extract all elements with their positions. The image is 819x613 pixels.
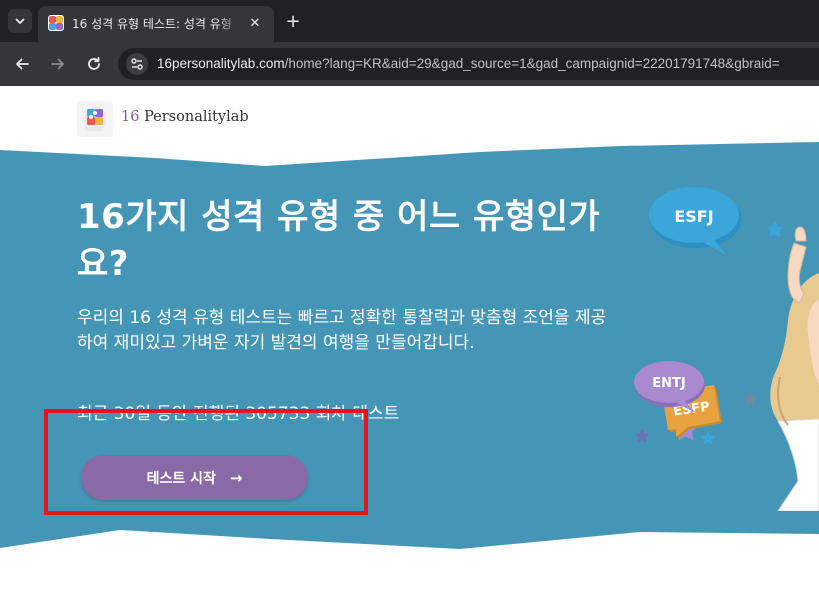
browser-tab-bar: 16 성격 유형 테스트: 성격 유형 ✕ +	[0, 0, 819, 42]
tune-icon[interactable]	[126, 53, 148, 75]
hero-title: 16가지 성격 유형 중 어느 유형인가요?	[77, 197, 601, 284]
brand-name[interactable]: 16 Personalitylab	[121, 109, 249, 125]
address-bar[interactable]: 16personalitylab.com/home?lang=KR&aid=29…	[118, 48, 819, 80]
brand-logo[interactable]	[77, 101, 113, 137]
arrow-right-icon[interactable]	[46, 52, 70, 76]
entj-label: ENTJ	[652, 376, 685, 391]
esfj-label: ESFJ	[674, 207, 713, 226]
browser-tab[interactable]: 16 성격 유형 테스트: 성격 유형 ✕	[38, 6, 274, 42]
puzzle-head-icon	[48, 15, 64, 31]
esfj-bubble: ESFJ	[649, 187, 742, 255]
close-icon[interactable]: ✕	[246, 14, 264, 32]
url-path: /home?lang=KR&aid=29&gad_source=1&gad_ca…	[284, 56, 780, 71]
page: 16 Personalitylab 16가지 성격 유형 중 어느 유형인가요?…	[0, 86, 819, 613]
arrow-left-icon[interactable]	[10, 52, 34, 76]
brand-text: Personalitylab	[144, 109, 249, 125]
url-text: 16personalitylab.com/home?lang=KR&aid=29…	[157, 56, 780, 71]
url-host: 16personalitylab.com	[157, 56, 285, 71]
tab-title: 16 성격 유형 테스트: 성격 유형	[72, 17, 232, 31]
hero-illustration: ESFJ ESFP ENTJ	[634, 187, 819, 511]
highlight-annotation	[44, 409, 368, 515]
new-tab-button[interactable]: +	[282, 10, 304, 32]
woman-illustration	[770, 226, 819, 511]
hero-description: 우리의 16 성격 유형 테스트는 빠르고 정확한 통찰력과 맞춤형 조언을 제…	[77, 308, 607, 353]
star-icon	[634, 428, 650, 443]
star-icon	[766, 221, 784, 237]
reload-icon[interactable]	[82, 52, 106, 76]
browser-toolbar: 16personalitylab.com/home?lang=KR&aid=29…	[0, 42, 819, 86]
star-icon	[742, 391, 758, 406]
chevron-down-icon[interactable]	[8, 9, 32, 33]
brand-number: 16	[121, 109, 140, 125]
star-icon	[700, 431, 716, 445]
